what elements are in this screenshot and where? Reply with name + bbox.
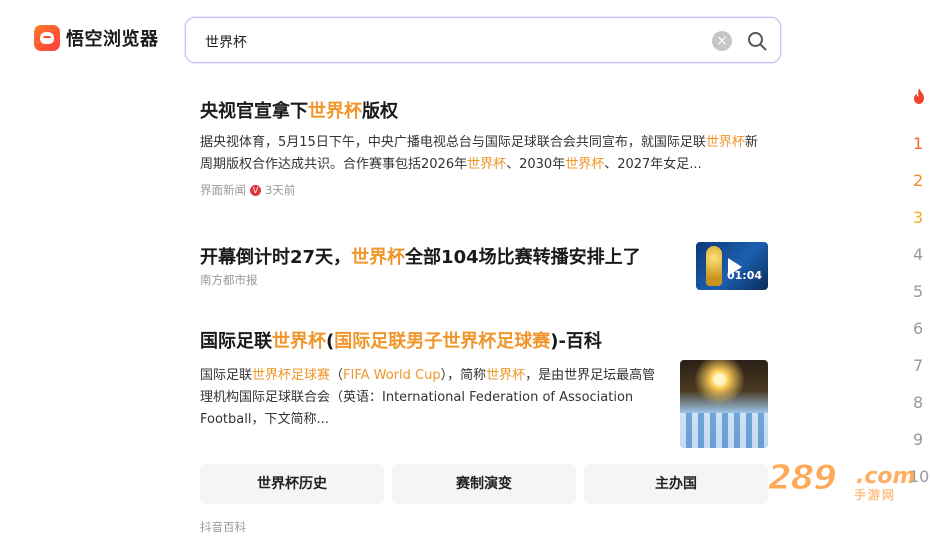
chip-host-country[interactable]: 主办国 [584,464,768,504]
result-source: 界面新闻 [200,183,246,197]
search-input[interactable] [203,30,707,54]
result-title-link[interactable]: 开幕倒计时27天，世界杯全部104场比赛转播安排上了 [200,243,680,269]
hot-rank-item[interactable]: 7 [913,356,923,375]
search-result-2: 开幕倒计时27天，世界杯全部104场比赛转播安排上了 南方都市报 [200,243,680,288]
browser-logo-text: 悟空浏览器 [66,29,159,50]
hot-rank-item[interactable]: 9 [913,430,923,449]
browser-logo-icon [34,25,60,51]
watermark-digits: 289 [768,458,838,499]
hot-rank-item[interactable]: 2 [913,171,923,190]
video-thumbnail[interactable]: 01:04 [696,242,768,290]
chip-world-cup-history[interactable]: 世界杯历史 [200,464,384,504]
verified-icon: V [250,185,261,196]
search-box: × [185,17,781,63]
search-result-3: 国际足联世界杯(国际足联男子世界杯足球赛)-百科 国际足联世界杯足球赛（FIFA… [200,327,670,431]
search-icon[interactable] [746,30,768,52]
browser-logo[interactable]: 悟空浏览器 [34,25,159,51]
video-duration: 01:04 [726,269,762,282]
trophy-icon [706,246,722,286]
watermark-subtitle: 手游网 [854,488,897,502]
search-result-1: 央视官宣拿下世界杯版权 据央视体育，5月15日下午，中央广播电视总台与国际足球联… [200,97,770,198]
result-meta: 界面新闻 V 3天前 [200,182,770,198]
result-snippet: 国际足联世界杯足球赛（FIFA World Cup），简称世界杯，是由世界足坛最… [200,368,656,427]
result-snippet: 据央视体育，5月15日下午，中央广播电视总台与国际足球联合会共同宣布，就国际足联… [200,135,758,172]
site-watermark: 289 .com 手游网 [768,458,918,503]
hot-rank-item[interactable]: 8 [913,393,923,412]
hot-rank-item[interactable]: 1 [913,134,923,153]
hot-rank-item[interactable]: 6 [913,319,923,338]
hot-rank-item[interactable]: 4 [913,245,923,264]
result-time: 3天前 [265,183,296,197]
hot-rank-item[interactable]: 5 [913,282,923,301]
result-image[interactable] [680,360,768,448]
chip-format-evolution[interactable]: 赛制演变 [392,464,576,504]
result-source: 南方都市报 [200,273,258,287]
hot-rank-item[interactable]: 3 [913,208,923,227]
result-title-link[interactable]: 央视官宣拿下世界杯版权 [200,97,770,123]
clear-icon[interactable]: × [712,31,732,51]
result-source-footer: 抖音百科 [200,520,246,534]
fire-icon [914,88,924,104]
result-title-link[interactable]: 国际足联世界杯(国际足联男子世界杯足球赛)-百科 [200,327,670,353]
